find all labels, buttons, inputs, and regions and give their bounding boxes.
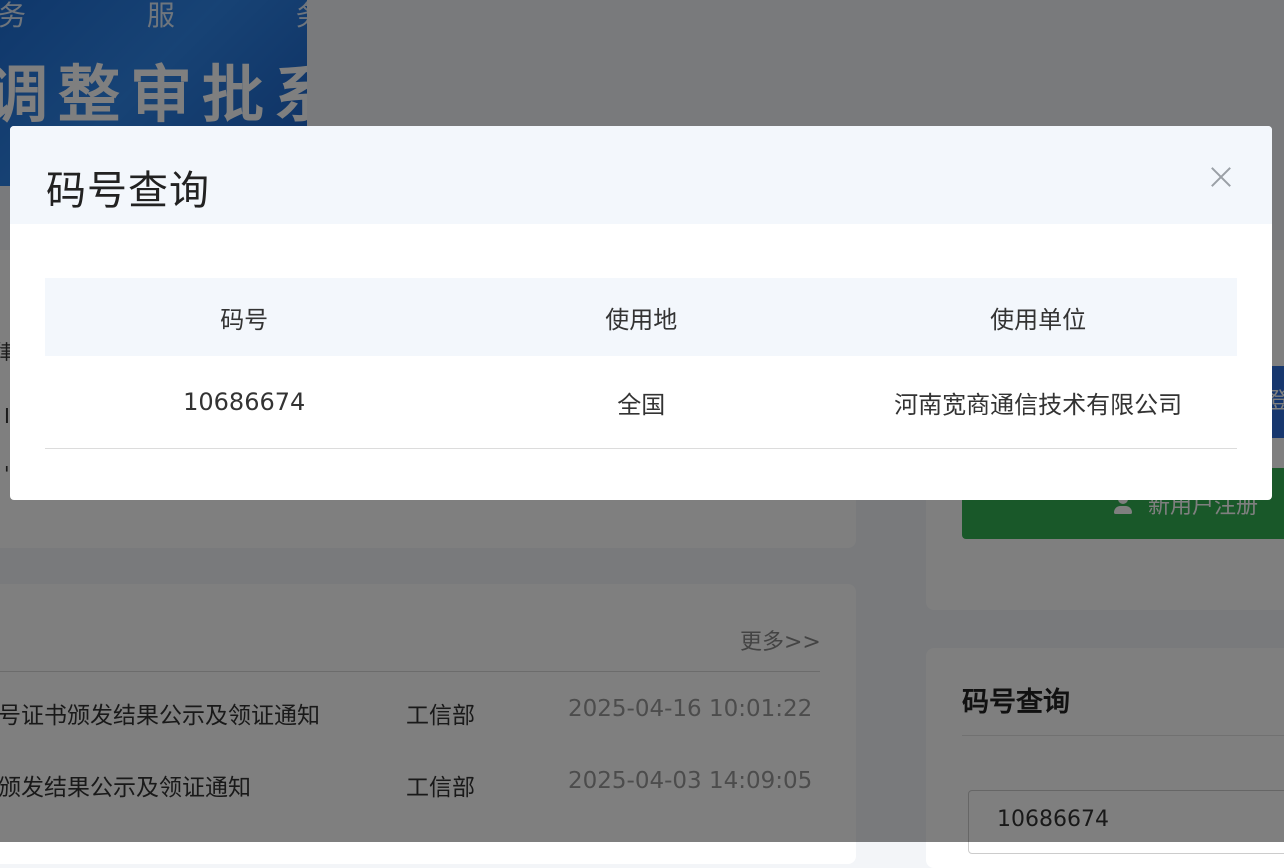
column-header-number: 码号 — [45, 278, 444, 356]
table-row: 10686674 全国 河南宽商通信技术有限公司 — [45, 356, 1237, 449]
column-header-organization: 使用单位 — [839, 278, 1237, 356]
query-result-modal: 码号查询 码号 使用地 使用单位 10686674 全国 河南宽商通信技术有限公… — [10, 126, 1272, 500]
result-table: 码号 使用地 使用单位 10686674 全国 河南宽商通信技术有限公司 — [45, 278, 1237, 449]
cell-organization: 河南宽商通信技术有限公司 — [839, 356, 1237, 449]
cell-location: 全国 — [443, 356, 840, 449]
modal-title: 码号查询 — [46, 168, 210, 214]
table-header-row: 码号 使用地 使用单位 — [45, 278, 1237, 356]
close-icon[interactable] — [1206, 162, 1236, 192]
modal-header: 码号查询 — [10, 126, 1272, 224]
column-header-location: 使用地 — [443, 278, 840, 356]
cell-number: 10686674 — [45, 356, 444, 449]
